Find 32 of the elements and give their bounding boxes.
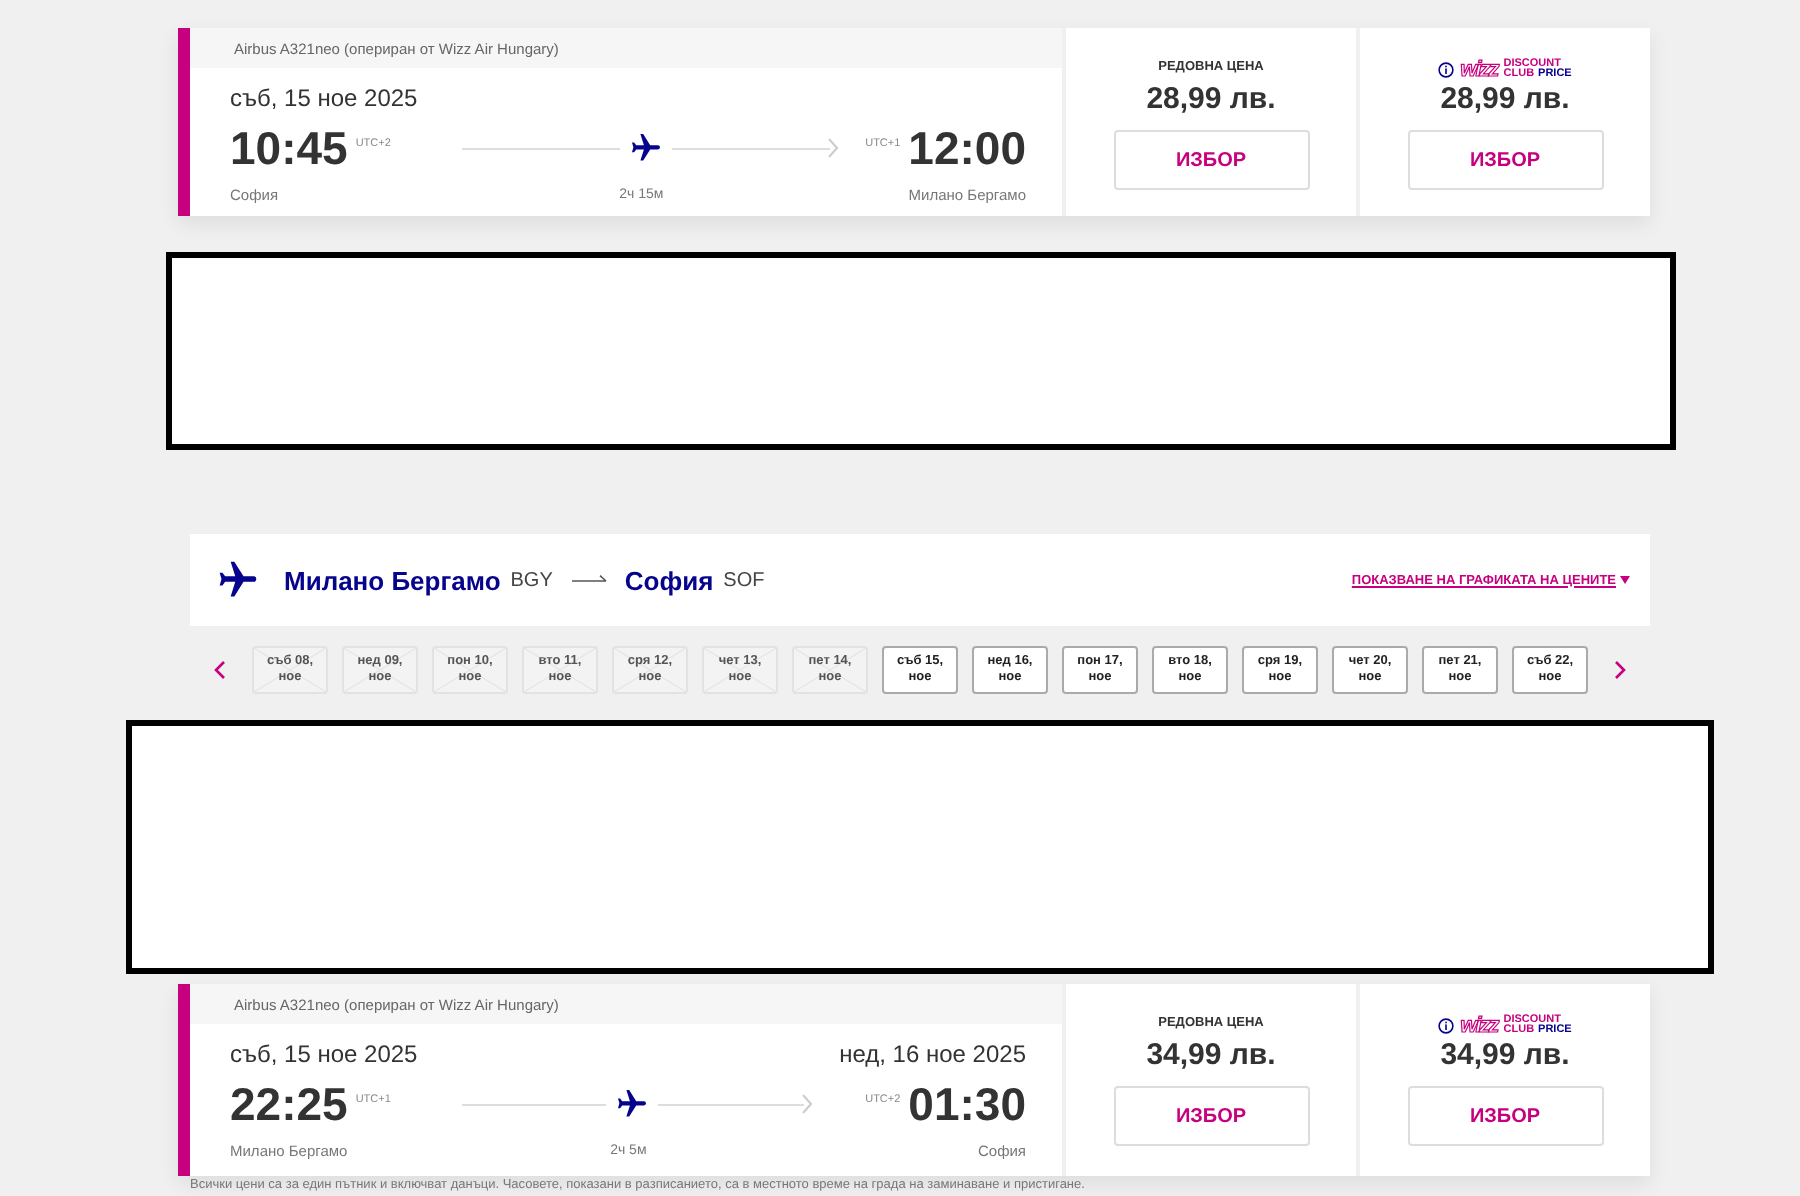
chevron-left-icon (214, 660, 226, 680)
chevron-right-icon (1614, 660, 1626, 680)
info-icon[interactable] (1438, 62, 1455, 78)
fare-price: 28,99 лв. (1146, 82, 1276, 116)
arrival-time: 01:30 (908, 1077, 1026, 1131)
fare-price: 28,99 лв. (1440, 82, 1570, 116)
select-button[interactable]: ИЗБОР (1113, 1086, 1309, 1146)
route-arrow-icon (572, 574, 609, 586)
airplane-icon (216, 558, 260, 602)
select-button[interactable]: ИЗБОР (1113, 130, 1309, 190)
departure-date: съб, 15 ное 2025 (230, 1040, 418, 1068)
fare-price: 34,99 лв. (1440, 1038, 1570, 1072)
origin-city: Милано Бергамо (284, 565, 501, 595)
airplane-icon (618, 1090, 647, 1118)
select-button[interactable]: ИЗБОР (1407, 1086, 1603, 1146)
club-logo-word: wizz (1460, 58, 1498, 82)
select-button[interactable]: ИЗБОР (1407, 130, 1603, 190)
arrival-date: нед, 16 ное 2025 (839, 1040, 1026, 1068)
arrow-head-icon (801, 1094, 812, 1114)
departure-date: съб, 15 ное 2025 (230, 84, 418, 112)
arrow-head-icon (827, 138, 838, 158)
club-logo-word: wizz (1460, 1014, 1498, 1038)
info-icon[interactable] (1438, 1018, 1455, 1034)
caret-icon (1620, 576, 1630, 584)
destination-city: София (624, 565, 714, 595)
departure-time: 22:25 (230, 1077, 348, 1131)
arrival-time: 12:00 (908, 121, 1026, 175)
airplane-icon (631, 134, 660, 162)
departure-time: 10:45 (230, 121, 348, 175)
airport-code: SOF (723, 569, 765, 591)
airport-code: BGY (510, 569, 553, 591)
fare-price: 34,99 лв. (1146, 1038, 1276, 1072)
